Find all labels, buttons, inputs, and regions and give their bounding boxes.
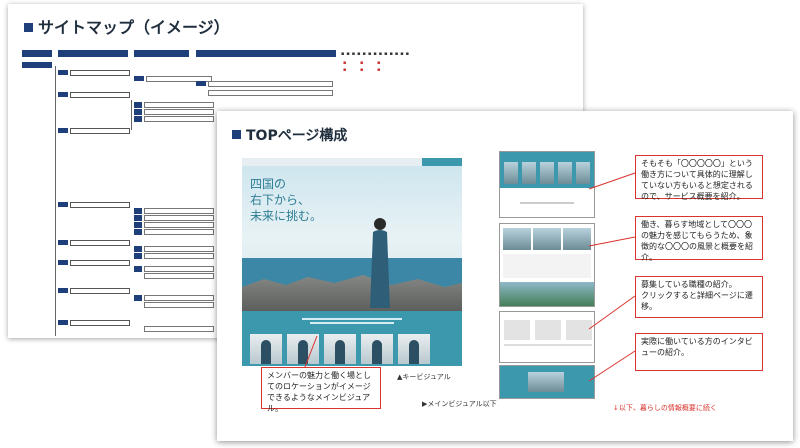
- title-square-icon: [24, 23, 33, 32]
- tree-node-marker: [134, 295, 142, 301]
- tree-root-node: [22, 62, 52, 68]
- tree-node: [144, 295, 214, 301]
- tree-node: [70, 128, 130, 134]
- tree-node: [70, 288, 130, 294]
- tree-node-marker: [134, 116, 142, 122]
- column-header: [134, 50, 189, 57]
- tree-node: [144, 208, 214, 214]
- tree-node: [144, 215, 214, 221]
- tree-node-marker: [196, 81, 206, 86]
- tree-node: [70, 92, 130, 98]
- tree-node-marker: [58, 320, 68, 325]
- tree-node-marker: [134, 215, 142, 221]
- tree-node-marker: [58, 240, 68, 245]
- column-header: [196, 50, 336, 57]
- tree-node: [144, 273, 214, 279]
- tree-node: [144, 116, 214, 122]
- tree-connector: [131, 100, 132, 130]
- tree-node: [144, 229, 214, 235]
- column-header-small: ▪▪▪▪▪▪▪▪▪▪▪▪▪: [341, 51, 412, 57]
- tree-node: [144, 302, 214, 308]
- tree-node-marker: [58, 202, 68, 207]
- tree-node-marker: [58, 288, 68, 293]
- tree-node: [208, 90, 333, 96]
- tree-node-marker: [134, 208, 142, 214]
- tree-node-marker: [134, 222, 142, 228]
- top-page-slide: TOPページ構成 四国の 右下から、 未来に挑む。 メンバーの魅力と働く場として…: [217, 111, 793, 441]
- tree-node: [144, 253, 214, 259]
- tree-node-marker: [58, 128, 68, 133]
- tree-node-marker: [134, 253, 142, 259]
- status-dots: ▪ ▪ ▪: [343, 67, 387, 73]
- tree-node: [70, 320, 130, 326]
- tree-node: [144, 266, 214, 272]
- tree-node: [144, 109, 214, 115]
- tree-node-marker: [58, 260, 68, 265]
- tree-node-marker: [134, 266, 142, 272]
- sitemap-title: サイトマップ（イメージ）: [24, 14, 230, 38]
- tree-node: [144, 102, 214, 108]
- tree-connector: [55, 66, 56, 336]
- tree-node-marker: [134, 76, 144, 81]
- tree-node: [208, 81, 333, 87]
- tree-node-marker: [58, 92, 68, 97]
- tree-node: [144, 222, 214, 228]
- tree-node-marker: [134, 109, 142, 115]
- tree-node-marker: [134, 246, 142, 252]
- column-header: [22, 50, 52, 57]
- tree-node: [70, 202, 130, 208]
- tree-node-marker: [134, 229, 142, 235]
- tree-node: [70, 240, 130, 246]
- tree-node: [70, 260, 130, 266]
- column-header: [58, 50, 128, 57]
- tree-node: [70, 70, 130, 76]
- tree-node-marker: [58, 70, 68, 75]
- tree-node: [144, 246, 214, 252]
- tree-node-marker: [134, 102, 142, 108]
- callout-connectors: [304, 172, 636, 382]
- tree-node: [144, 326, 214, 332]
- status-dots: ▪ ▪ ▪: [343, 60, 387, 66]
